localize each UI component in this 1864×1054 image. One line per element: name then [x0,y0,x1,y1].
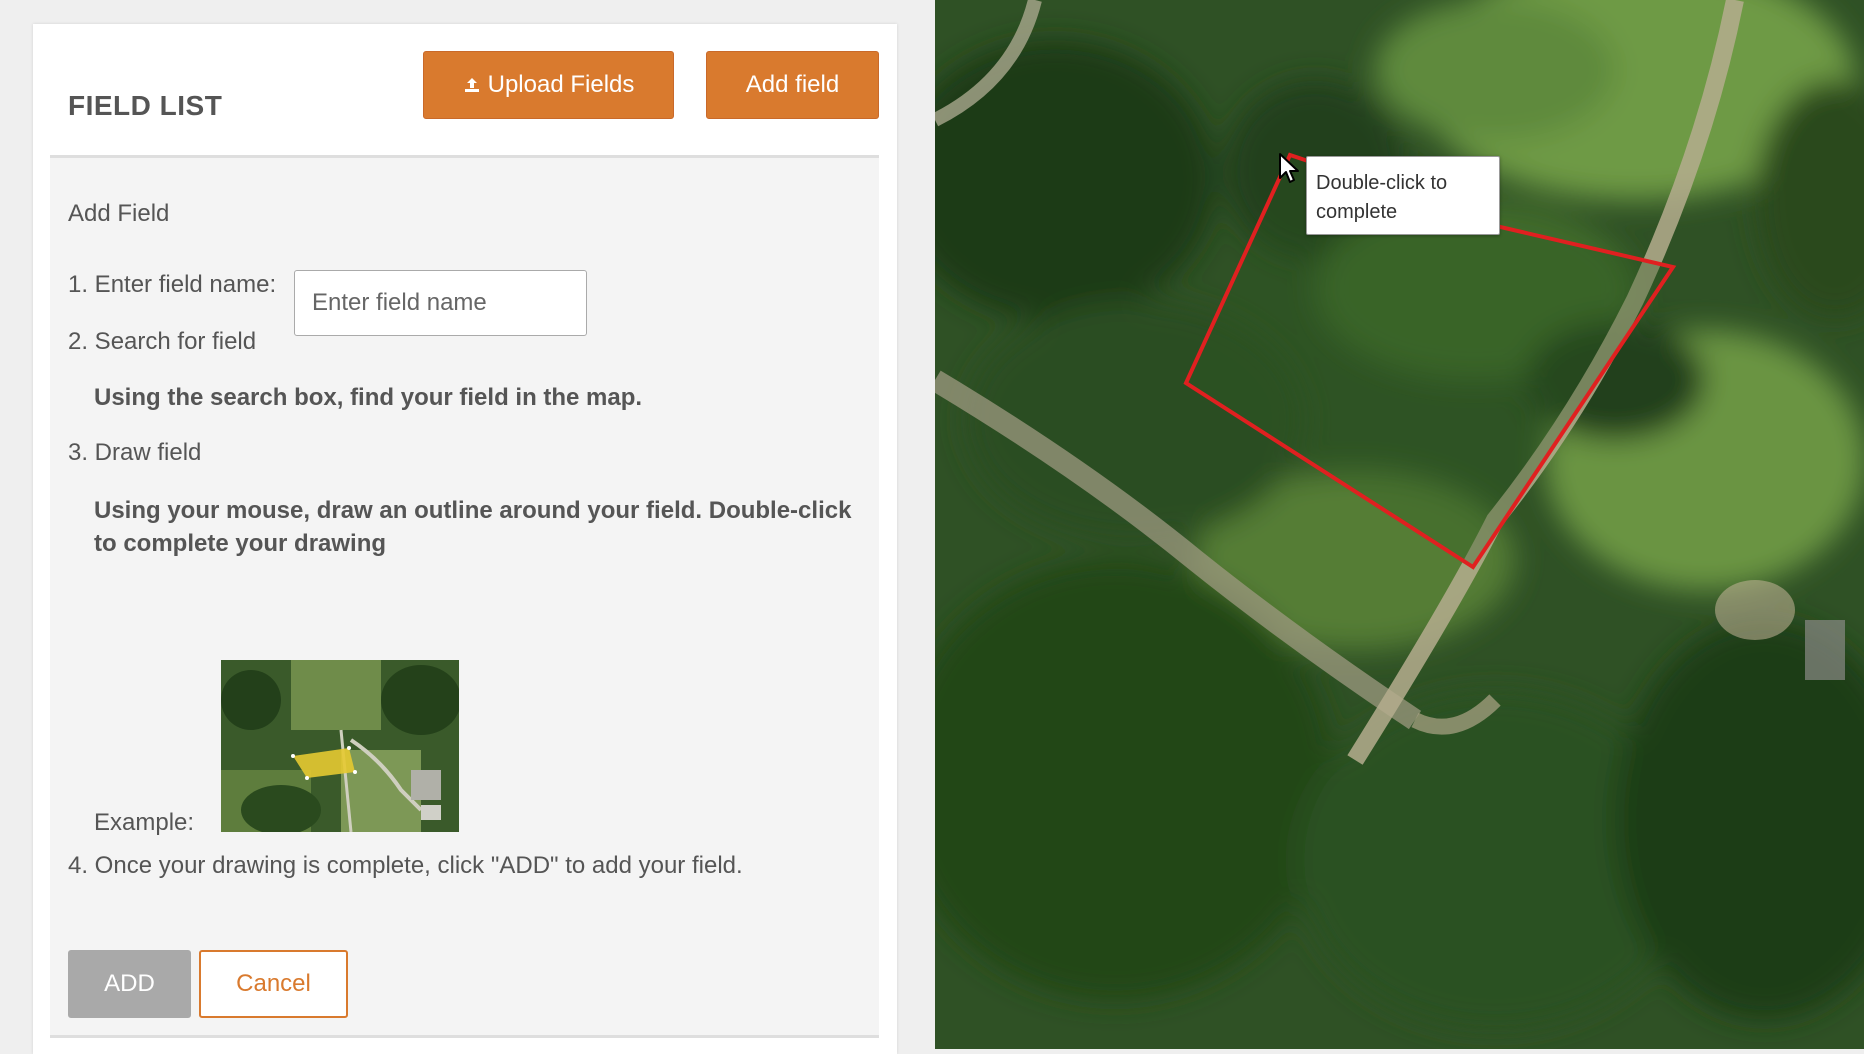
field-name-input[interactable] [294,270,587,336]
page-title: FIELD LIST [68,90,223,121]
tooltip-line-1: Double-click to [1316,172,1448,194]
form-bottom-divider [50,1035,879,1038]
upload-fields-button[interactable]: Upload Fields [423,51,674,119]
step1-label: 1. Enter field name: [68,271,277,298]
example-map-image [221,660,459,832]
field-list-panel: FIELD LIST Upload Fields Add field Add F… [33,24,897,1054]
upload-icon [464,78,479,92]
example-label: Example: [94,809,195,836]
upload-fields-label: Upload Fields [487,71,635,98]
example-map-graphic [221,660,459,832]
cancel-button[interactable]: Cancel [199,950,348,1018]
step3-instructions: Using your mouse, draw an outline around… [94,497,852,557]
add-button[interactable]: ADD [68,950,191,1018]
form-heading: Add Field [68,200,170,227]
step4-label: 4. Once your drawing is complete, click … [68,852,743,879]
add-field-button[interactable]: Add field [706,51,879,119]
step2-label: 2. Search for field [68,328,257,355]
step3-label: 3. Draw field [68,439,202,466]
draw-tooltip: Double-click to complete [1306,156,1500,235]
add-field-form: Add Field 1. Enter field name: 2. Search… [50,158,879,1038]
step2-instructions: Using the search box, find your field in… [94,384,643,411]
tooltip-line-2: complete [1316,201,1398,223]
field-list-sidebar: FIELD LIST Upload Fields Add field Add F… [0,0,935,1054]
cursor-arrow-icon [1279,153,1299,183]
